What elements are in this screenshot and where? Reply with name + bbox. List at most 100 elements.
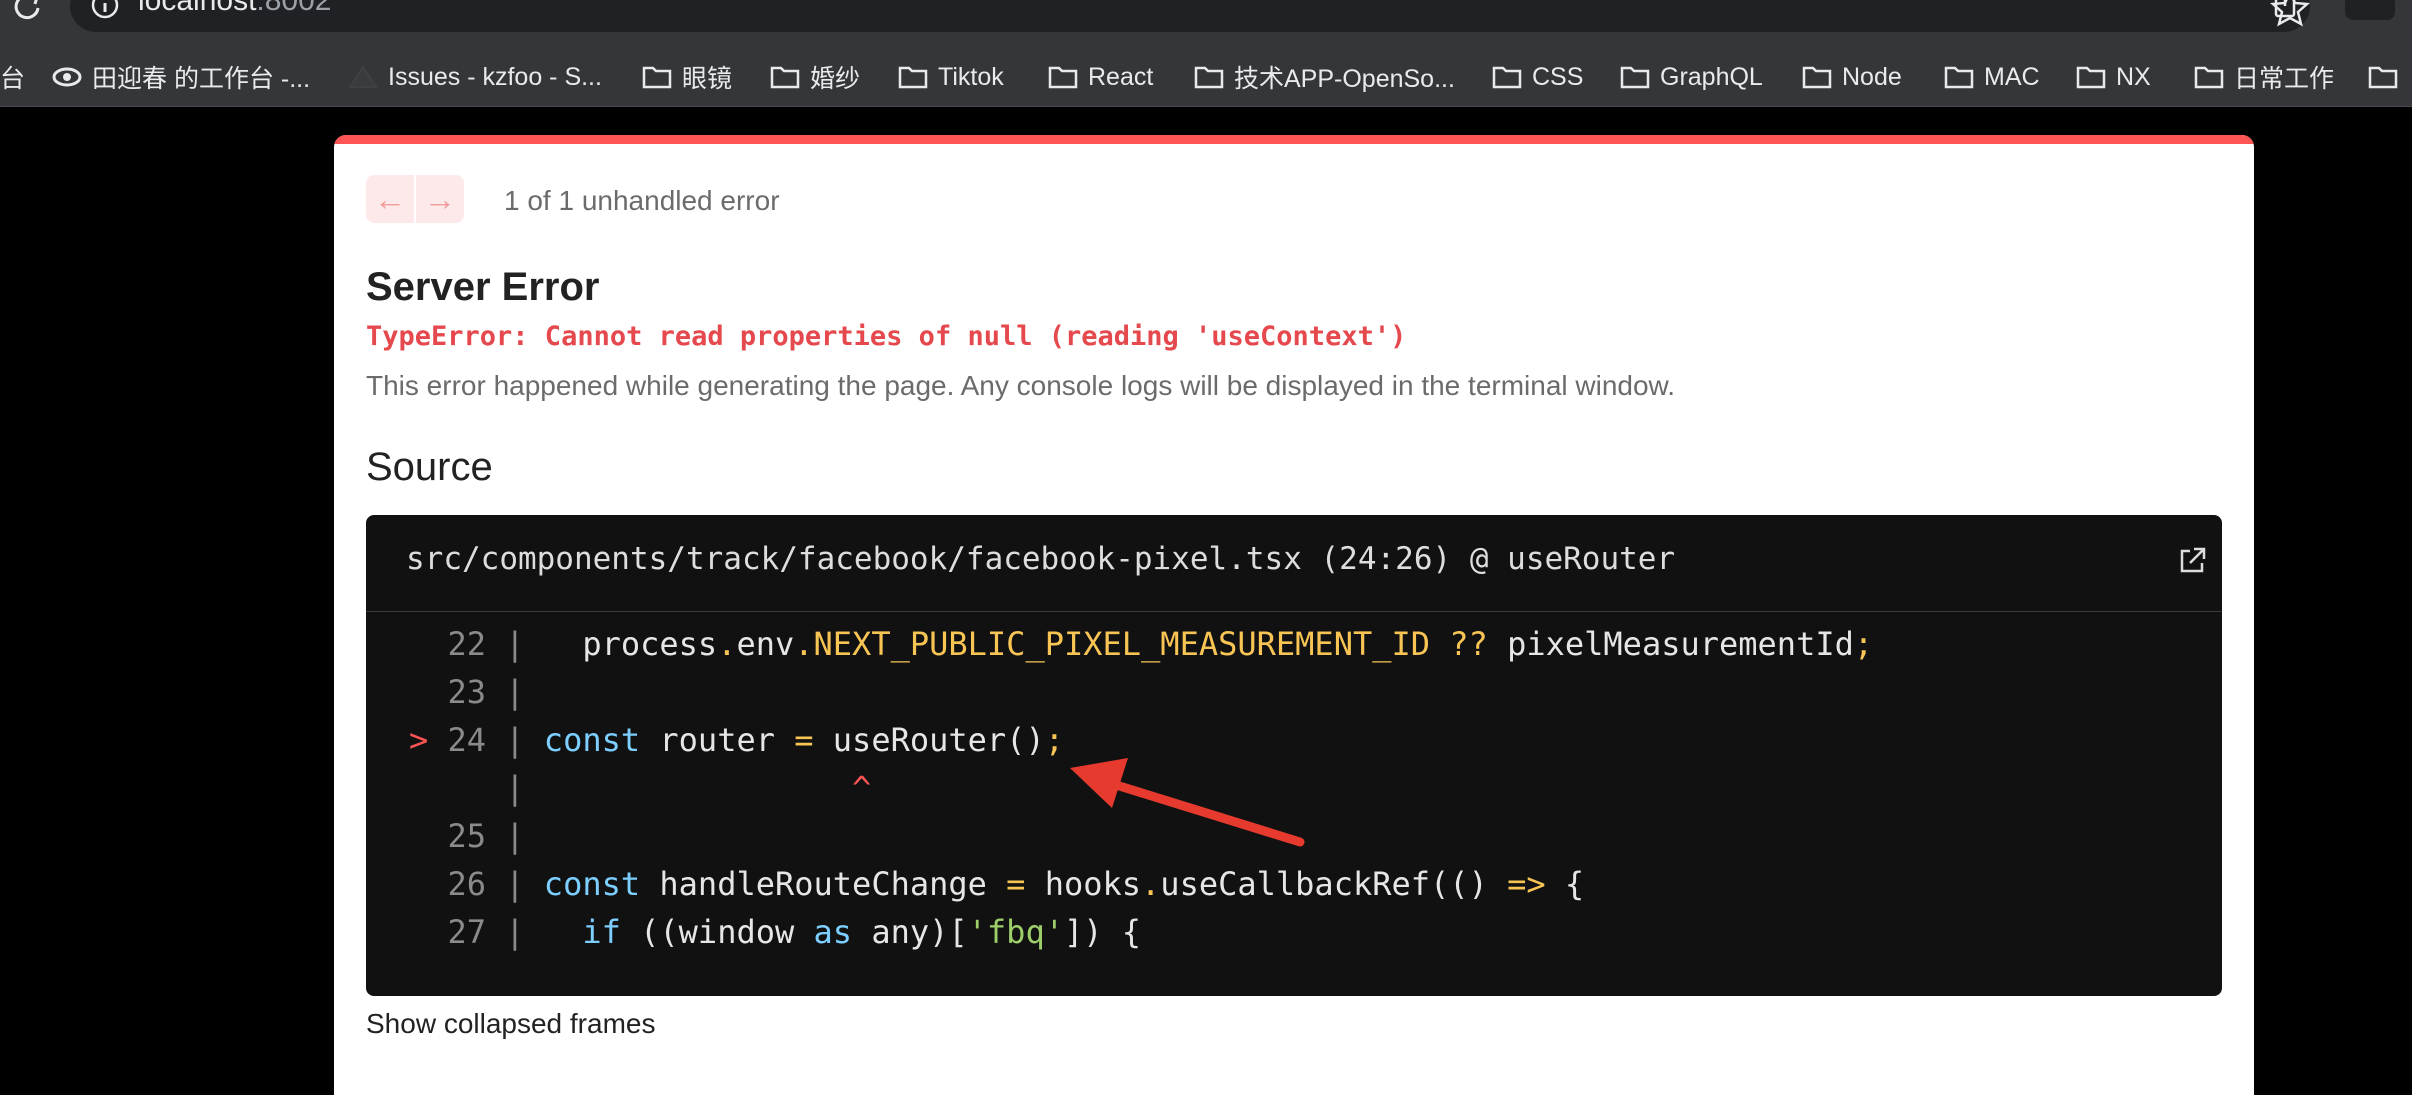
code-token: = [1006, 865, 1026, 903]
bookmark-folder[interactable]: CSS [1492, 60, 1583, 94]
code-token: pixelMeasurementId [1487, 625, 1854, 663]
code-token: useRouter() [813, 721, 1045, 759]
bookmark-label: MAC [1984, 62, 2040, 91]
code-token: .NEXT_PUBLIC_PIXEL_MEASUREMENT_ID ?? [794, 625, 1488, 663]
triangle-icon [348, 65, 378, 88]
code-line: 27 | if ((window as any)['fbq']) { [366, 913, 1141, 961]
bookmark-item[interactable]: 台 [0, 60, 25, 94]
code-line: | ^ [486, 769, 872, 807]
bookmark-label: Node [1842, 62, 1902, 91]
code-token: => [1507, 865, 1546, 903]
folder-icon [898, 66, 928, 89]
source-heading: Source [366, 445, 493, 489]
code-token: ((window [620, 913, 814, 951]
error-message: TypeError: Cannot read properties of nul… [366, 321, 1407, 352]
folder-icon [642, 66, 672, 89]
url-port: :8002 [256, 0, 332, 17]
folder-icon [1492, 66, 1522, 89]
code-token: useCallbackRef(() [1160, 865, 1508, 903]
bookmark-label: 眼镜 [682, 65, 733, 93]
folder-icon [1194, 66, 1224, 89]
bookmark-label: GraphQL [1660, 62, 1763, 91]
bookmark-folder[interactable]: 眼镜 [642, 60, 732, 94]
code-line: > 24 | const router = useRouter(); [366, 721, 1064, 769]
error-description: This error happened while generating the… [366, 370, 1676, 401]
bookmark-item[interactable]: 田迎春 的工作台 -... [52, 60, 310, 94]
bookmark-star-icon[interactable] [2270, 0, 2310, 28]
prev-error-button[interactable]: ← [366, 175, 414, 223]
code-token: = [794, 721, 814, 759]
bookmark-label: NX [2116, 62, 2151, 91]
external-link-icon[interactable] [2176, 545, 2208, 577]
bookmark-label: React [1088, 62, 1154, 91]
folder-icon [2076, 66, 2106, 89]
code-token: handleRouteChange [640, 865, 1007, 903]
url-host: localhost [138, 0, 257, 17]
bookmark-folder[interactable]: 婚纱 [770, 60, 860, 94]
line-number: 27 [447, 913, 486, 951]
code-token: as [813, 913, 853, 951]
code-token: 'fbq' [967, 913, 1064, 951]
folder-icon [1944, 66, 1974, 89]
code-token: env [736, 625, 795, 663]
bookmark-label: CSS [1532, 62, 1584, 91]
bookmark-folder[interactable]: GraphQL [1620, 60, 1763, 94]
error-overlay: ← → 1 of 1 unhandled error Server Error … [334, 135, 2254, 1095]
code-token: ]) { [1063, 913, 1142, 951]
code-line: 22 | process.env.NEXT_PUBLIC_PIXEL_MEASU… [366, 625, 1873, 673]
folder-icon [1620, 66, 1650, 89]
folder-icon [1802, 66, 1832, 89]
bookmark-folder[interactable]: 技术APP-OpenSo... [1194, 60, 1455, 94]
address-bar[interactable]: localhost:8002 [70, 0, 2310, 32]
code-token: if [582, 913, 621, 951]
show-collapsed-frames-button[interactable]: Show collapsed frames [366, 1008, 655, 1040]
code-token: router [640, 721, 795, 759]
bookmarks-bar: 台 田迎春 的工作台 -... Issues - kzfoo - S... 眼镜… [0, 48, 2412, 107]
source-file-link[interactable]: src/components/track/facebook/facebook-p… [406, 541, 1675, 577]
annotation-arrow-icon [1070, 758, 1305, 847]
bookmark-item[interactable]: Issues - kzfoo - S... [348, 60, 602, 94]
next-error-button[interactable]: → [416, 175, 464, 223]
bookmark-folder[interactable]: 日常工作 [2194, 60, 2334, 94]
bookmark-folder[interactable] [2368, 60, 2398, 94]
bookmark-folder[interactable]: MAC [1944, 60, 2040, 94]
bookmark-folder[interactable]: Node [1802, 60, 1902, 94]
code-token: const [543, 865, 641, 903]
browser-toolbar: localhost:8002 [0, 0, 2412, 48]
error-counter: 1 of 1 unhandled error [504, 185, 780, 216]
code-line: 26 | const handleRouteChange = hooks.use… [366, 865, 1584, 913]
error-accent-bar [334, 135, 2254, 144]
bookmark-folder[interactable]: NX [2076, 60, 2151, 94]
folder-icon [2368, 66, 2398, 89]
code-token: hooks [1025, 865, 1142, 903]
folder-icon [1048, 66, 1078, 89]
code-token: const [543, 721, 641, 759]
bookmark-label: 婚纱 [810, 65, 861, 93]
code-token: { [1545, 865, 1585, 903]
code-token: ^ [852, 769, 872, 807]
bookmark-label: Issues - kzfoo - S... [388, 62, 602, 91]
page-title: Server Error [366, 265, 600, 309]
code-token: ; [1853, 625, 1874, 663]
line-number: 22 [447, 625, 486, 663]
line-number: > 24 [408, 721, 486, 759]
url-text[interactable]: localhost:8002 [138, 0, 331, 18]
bookmark-label: 台 [0, 65, 26, 93]
bookmark-folder[interactable]: Tiktok [898, 60, 1004, 94]
bookmark-folder[interactable]: React [1048, 60, 1153, 94]
folder-icon [770, 66, 800, 89]
line-number: 26 [447, 865, 486, 903]
eye-icon [52, 67, 82, 87]
code-token: process [543, 625, 718, 663]
code-token: any)[ [852, 913, 968, 951]
info-icon[interactable] [90, 0, 120, 20]
folder-icon [2194, 66, 2224, 89]
line-number: 23 [447, 673, 486, 711]
bookmark-label: Tiktok [938, 62, 1004, 91]
extension-icon[interactable] [2345, 0, 2395, 20]
arrow-right-icon: → [424, 180, 456, 217]
code-token: . [1141, 865, 1161, 903]
reload-icon[interactable] [8, 0, 48, 26]
